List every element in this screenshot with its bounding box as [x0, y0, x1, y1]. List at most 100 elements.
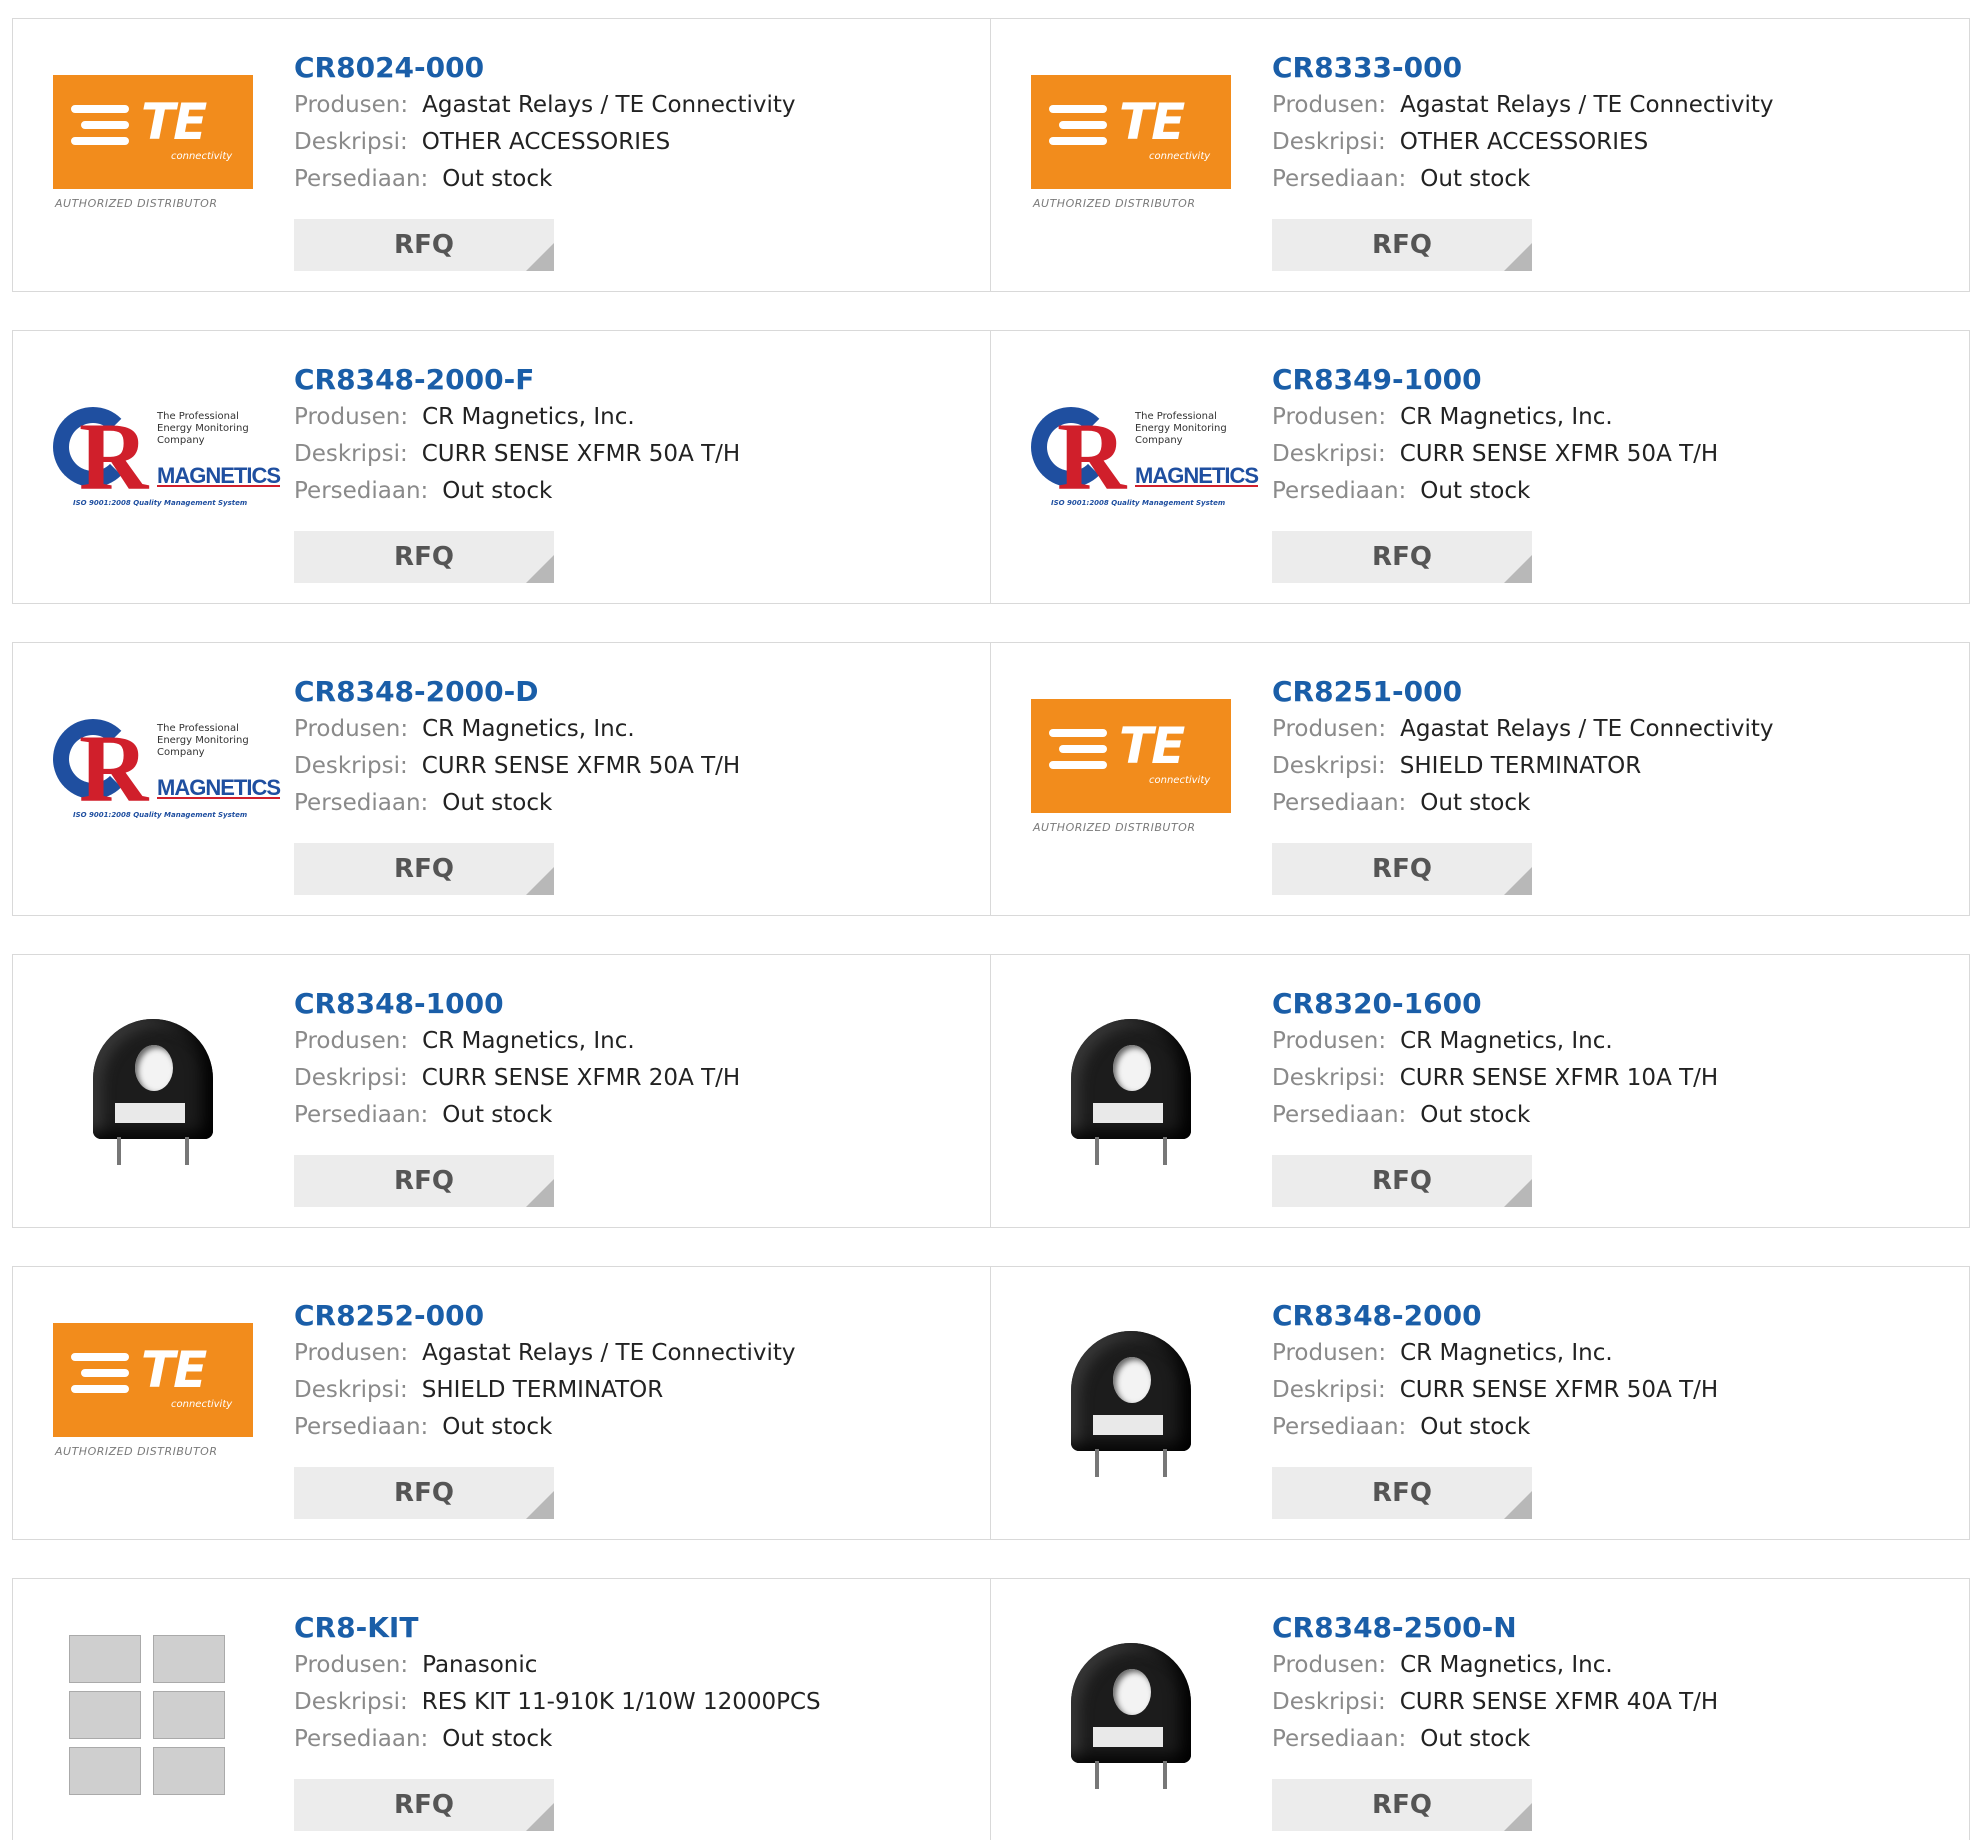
rfq-button[interactable]: RFQ: [1272, 1155, 1532, 1207]
product-image[interactable]: [1031, 1321, 1231, 1481]
product-image[interactable]: TE connectivity AUTHORIZED DISTRIBUTOR: [53, 73, 253, 233]
stock-label: Persediaan:: [294, 1726, 429, 1752]
product-image[interactable]: [53, 1633, 253, 1795]
logo-iso-text: ISO 9001:2008 Quality Management System: [73, 499, 248, 507]
rfq-button[interactable]: RFQ: [294, 1155, 554, 1207]
logo-subtitle: connectivity: [171, 151, 233, 162]
authorized-distributor-text: AUTHORIZED DISTRIBUTOR: [55, 197, 218, 210]
product-image[interactable]: R The Professional Energy Monitoring Com…: [1031, 385, 1259, 545]
manufacturer-label: Produsen:: [294, 1652, 409, 1678]
logo-name: MAGNETICS: [157, 463, 281, 488]
description-line: Deskripsi: CURR SENSE XFMR 50A T/H: [1272, 1372, 1949, 1409]
description-value: CURR SENSE XFMR 50A T/H: [421, 753, 741, 779]
description-line: Deskripsi: OTHER ACCESSORIES: [294, 124, 970, 161]
stock-value: Out stock: [442, 478, 553, 504]
part-number-link[interactable]: CR8024-000: [294, 49, 970, 87]
rfq-button[interactable]: RFQ: [294, 843, 554, 895]
manufacturer-value: Agastat Relays / TE Connectivity: [1400, 92, 1774, 118]
part-number-link[interactable]: CR8348-2000-D: [294, 673, 970, 711]
manufacturer-value: CR Magnetics, Inc.: [1400, 1028, 1613, 1054]
stock-line: Persediaan: Out stock: [294, 1409, 970, 1446]
manufacturer-value: CR Magnetics, Inc.: [1400, 1652, 1613, 1678]
rfq-button[interactable]: RFQ: [1272, 1467, 1532, 1519]
part-number-link[interactable]: CR8349-1000: [1272, 361, 1949, 399]
logo-mark: TE: [141, 1341, 207, 1399]
logo-subtitle: connectivity: [1149, 775, 1211, 786]
logo-bars: [1049, 105, 1107, 153]
manufacturer-label: Produsen:: [294, 92, 409, 118]
stock-value: Out stock: [1420, 1726, 1531, 1752]
product-grid: TE connectivity AUTHORIZED DISTRIBUTOR C…: [12, 18, 1970, 1840]
manufacturer-line: Produsen: CR Magnetics, Inc.: [294, 711, 970, 748]
product-image[interactable]: [1031, 1009, 1231, 1169]
description-line: Deskripsi: OTHER ACCESSORIES: [1272, 124, 1949, 161]
manufacturer-line: Produsen: Panasonic: [294, 1647, 970, 1684]
rfq-button[interactable]: RFQ: [1272, 843, 1532, 895]
description-line: Deskripsi: CURR SENSE XFMR 10A T/H: [1272, 1060, 1949, 1097]
manufacturer-line: Produsen: CR Magnetics, Inc.: [1272, 1647, 1949, 1684]
description-label: Deskripsi:: [294, 1065, 408, 1091]
product-row: R The Professional Energy Monitoring Com…: [12, 642, 1970, 916]
rfq-button[interactable]: RFQ: [294, 531, 554, 583]
part-number-link[interactable]: CR8251-000: [1272, 673, 1949, 711]
product-image[interactable]: R The Professional Energy Monitoring Com…: [53, 385, 281, 545]
logo-bars: [71, 1353, 129, 1401]
rfq-button[interactable]: RFQ: [294, 219, 554, 271]
part-number-link[interactable]: CR8320-1600: [1272, 985, 1949, 1023]
resistor-kit-photo: [53, 1633, 253, 1803]
stock-label: Persediaan:: [1272, 1414, 1407, 1440]
description-label: Deskripsi:: [1272, 1689, 1386, 1715]
description-label: Deskripsi:: [294, 441, 408, 467]
product-card: TE connectivity AUTHORIZED DISTRIBUTOR C…: [991, 18, 1970, 292]
product-image[interactable]: R The Professional Energy Monitoring Com…: [53, 697, 281, 857]
logo-mark: R: [79, 403, 149, 510]
part-number-link[interactable]: CR8-KIT: [294, 1609, 970, 1647]
logo-name: MAGNETICS: [157, 775, 281, 800]
stock-label: Persediaan:: [294, 1102, 429, 1128]
manufacturer-line: Produsen: CR Magnetics, Inc.: [1272, 1023, 1949, 1060]
product-image[interactable]: [1031, 1633, 1231, 1793]
product-info: CR8-KIT Produsen: Panasonic Deskripsi: RES…: [294, 1609, 970, 1758]
rfq-button[interactable]: RFQ: [1272, 531, 1532, 583]
cr-magnetics-logo: R The Professional Energy Monitoring Com…: [1031, 407, 1259, 527]
part-number-link[interactable]: CR8348-2000: [1272, 1297, 1949, 1335]
manufacturer-label: Produsen:: [294, 404, 409, 430]
product-image[interactable]: TE connectivity AUTHORIZED DISTRIBUTOR: [1031, 697, 1231, 857]
stock-value: Out stock: [1420, 166, 1531, 192]
rfq-button[interactable]: RFQ: [294, 1467, 554, 1519]
manufacturer-label: Produsen:: [294, 716, 409, 742]
description-label: Deskripsi:: [294, 753, 408, 779]
logo-mark: TE: [1119, 717, 1185, 775]
stock-line: Persediaan: Out stock: [1272, 1097, 1949, 1134]
part-number-link[interactable]: CR8252-000: [294, 1297, 970, 1335]
te-connectivity-logo: TE connectivity AUTHORIZED DISTRIBUTOR: [53, 1323, 253, 1463]
manufacturer-value: CR Magnetics, Inc.: [1400, 404, 1613, 430]
cr-magnetics-logo: R The Professional Energy Monitoring Com…: [53, 403, 281, 527]
description-line: Deskripsi: CURR SENSE XFMR 50A T/H: [294, 436, 970, 473]
description-line: Deskripsi: SHIELD TERMINATOR: [294, 1372, 970, 1409]
logo-bars: [1049, 729, 1107, 777]
product-image[interactable]: [53, 1009, 253, 1169]
part-number-link[interactable]: CR8333-000: [1272, 49, 1949, 87]
rfq-button[interactable]: RFQ: [1272, 1779, 1532, 1831]
description-value: OTHER ACCESSORIES: [421, 129, 671, 155]
description-label: Deskripsi:: [1272, 1065, 1386, 1091]
stock-value: Out stock: [442, 1726, 553, 1752]
product-image[interactable]: TE connectivity AUTHORIZED DISTRIBUTOR: [53, 1321, 253, 1481]
description-label: Deskripsi:: [294, 1377, 408, 1403]
manufacturer-label: Produsen:: [1272, 404, 1387, 430]
description-line: Deskripsi: RES KIT 11-910K 1/10W 12000PCS: [294, 1684, 970, 1721]
description-line: Deskripsi: CURR SENSE XFMR 50A T/H: [294, 748, 970, 785]
part-number-link[interactable]: CR8348-2500-N: [1272, 1609, 1949, 1647]
manufacturer-value: CR Magnetics, Inc.: [422, 716, 635, 742]
description-value: CURR SENSE XFMR 40A T/H: [1399, 1689, 1719, 1715]
te-connectivity-logo: TE connectivity AUTHORIZED DISTRIBUTOR: [1031, 75, 1231, 215]
part-number-link[interactable]: CR8348-2000-F: [294, 361, 970, 399]
manufacturer-value: Agastat Relays / TE Connectivity: [422, 92, 796, 118]
part-number-link[interactable]: CR8348-1000: [294, 985, 970, 1023]
rfq-button[interactable]: RFQ: [1272, 219, 1532, 271]
product-card: R The Professional Energy Monitoring Com…: [12, 642, 991, 916]
product-card: TE connectivity AUTHORIZED DISTRIBUTOR C…: [12, 18, 991, 292]
product-image[interactable]: TE connectivity AUTHORIZED DISTRIBUTOR: [1031, 73, 1231, 233]
rfq-button[interactable]: RFQ: [294, 1779, 554, 1831]
